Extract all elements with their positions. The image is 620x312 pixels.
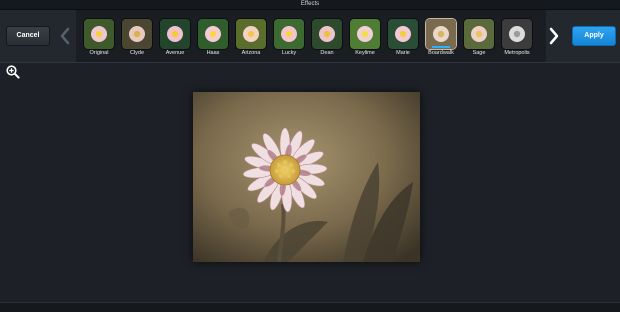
effects-toolbar: Cancel Original Clyde Avenue Haas Arizon… <box>0 10 620 63</box>
effect-label: Marie <box>396 50 410 56</box>
effect-label: Arizona <box>241 50 261 56</box>
effect-thumb-avenue[interactable] <box>160 19 190 49</box>
chevron-right-icon[interactable] <box>547 26 561 46</box>
effect-label: Lucky <box>281 50 297 56</box>
effect-thumb-arizona[interactable] <box>236 19 266 49</box>
effect-thumb-boardwalk[interactable] <box>426 19 456 49</box>
effect-thumb-marie[interactable] <box>388 19 418 49</box>
apply-button[interactable]: Apply <box>572 26 616 46</box>
effect-thumb-haas[interactable] <box>198 19 228 49</box>
chevron-left-icon[interactable] <box>58 26 72 46</box>
effect-label: Metropolis <box>504 50 530 56</box>
cancel-button[interactable]: Cancel <box>6 26 50 46</box>
effect-thumb-lucky[interactable] <box>274 19 304 49</box>
effect-thumb-metropolis[interactable] <box>502 19 532 49</box>
effect-thumb-keylime[interactable] <box>350 19 380 49</box>
effect-label: Avenue <box>165 50 185 56</box>
effect-label: Haas <box>206 50 220 56</box>
selected-indicator <box>432 46 450 48</box>
zoom-in-icon[interactable] <box>6 65 20 79</box>
effect-label: Clyde <box>129 50 145 56</box>
effect-thumb-original[interactable] <box>84 19 114 49</box>
effect-label: Sage <box>472 50 486 56</box>
effect-label: Dean <box>320 50 334 56</box>
effects-strip: Original Clyde Avenue Haas Arizona Lucky… <box>76 10 546 62</box>
effect-label: Keylime <box>355 50 375 56</box>
window-title: Effects <box>0 0 620 10</box>
effect-label: Boardwalk <box>428 50 454 56</box>
effect-thumb-clyde[interactable] <box>122 19 152 49</box>
effect-thumb-dean[interactable] <box>312 19 342 49</box>
effect-label: Original <box>89 50 109 56</box>
effect-thumb-sage[interactable] <box>464 19 494 49</box>
photo-preview <box>193 92 420 263</box>
